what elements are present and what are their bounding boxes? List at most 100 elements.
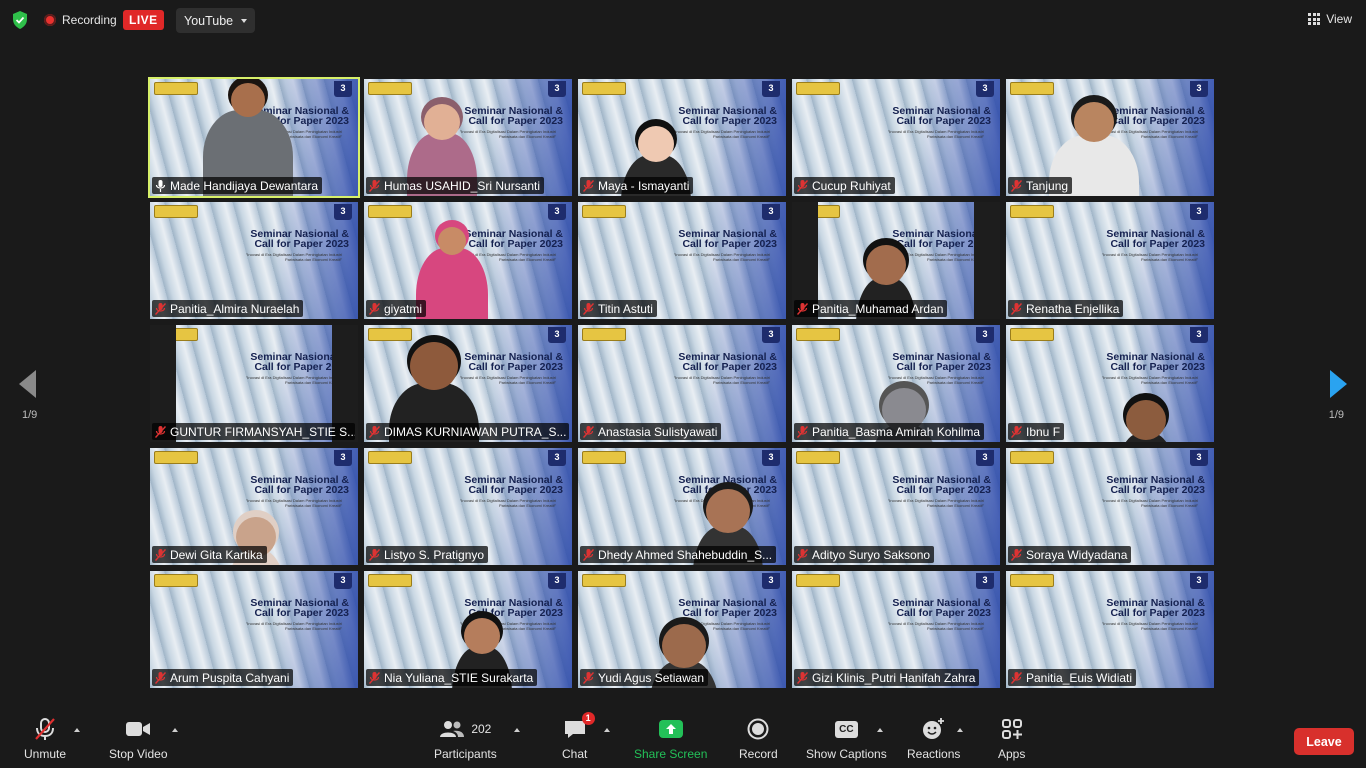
captions-options-chevron-icon[interactable] bbox=[877, 728, 883, 732]
participant-tile[interactable]: 3Seminar Nasional &Call for Paper 2023"I… bbox=[150, 571, 358, 688]
microphone-muted-icon bbox=[369, 548, 380, 561]
participant-tile[interactable]: 3Seminar Nasional &Call for Paper 2023"I… bbox=[792, 448, 1000, 565]
participant-tile[interactable]: 3Seminar Nasional &Call for Paper 2023"I… bbox=[792, 202, 1000, 319]
participant-tile[interactable]: 3Seminar Nasional &Call for Paper 2023"I… bbox=[578, 202, 786, 319]
show-captions-button[interactable]: CC Show Captions bbox=[806, 714, 887, 761]
reactions-button[interactable]: Reactions bbox=[907, 714, 960, 761]
participant-name: Nia Yuliana_STIE Surakarta bbox=[384, 670, 534, 685]
event-badge: 3 bbox=[548, 204, 566, 220]
participant-name-tag: giyatmi bbox=[366, 300, 427, 317]
participant-name-tag: Dewi Gita Kartika bbox=[152, 546, 267, 563]
banner-title-line2: Call for Paper 2023 bbox=[1110, 361, 1205, 373]
recording-dot-icon bbox=[44, 14, 56, 26]
participant-name-tag: Nia Yuliana_STIE Surakarta bbox=[366, 669, 538, 686]
video-gallery: 3 Seminar Nasional & Call for Paper 2023 "I… bbox=[148, 77, 1216, 689]
participant-name: DIMAS KURNIAWAN PUTRA_S... bbox=[384, 424, 567, 439]
apps-label: Apps bbox=[998, 747, 1026, 761]
participant-tile[interactable]: 3Seminar Nasional &Call for Paper 2023"I… bbox=[1006, 325, 1214, 442]
participant-count: 202 bbox=[471, 722, 492, 736]
apps-button[interactable]: Apps bbox=[998, 714, 1025, 761]
chevron-down-icon bbox=[241, 18, 248, 23]
security-shield-icon[interactable] bbox=[12, 11, 28, 29]
leave-button[interactable]: Leave bbox=[1294, 728, 1354, 755]
chat-options-chevron-icon[interactable] bbox=[604, 728, 610, 732]
participant-tile[interactable]: 3Seminar Nasional &Call for Paper 2023"I… bbox=[792, 325, 1000, 442]
record-button[interactable]: Record bbox=[739, 714, 778, 761]
banner-title-line2: Call for Paper 2023 bbox=[682, 115, 777, 127]
participants-button[interactable]: 202 Participants bbox=[434, 714, 497, 761]
participant-name-tag: DIMAS KURNIAWAN PUTRA_S... bbox=[366, 423, 569, 440]
participant-tile[interactable]: 3Seminar Nasional &Call for Paper 2023"I… bbox=[1006, 79, 1214, 196]
sponsor-logos-icon bbox=[154, 205, 198, 218]
event-badge: 3 bbox=[334, 204, 352, 220]
microphone-muted-icon bbox=[1011, 179, 1022, 192]
participant-name: Adityo Suryo Saksono bbox=[812, 547, 931, 562]
participants-options-chevron-icon[interactable] bbox=[514, 728, 520, 732]
reactions-options-chevron-icon[interactable] bbox=[957, 728, 963, 732]
participant-tile[interactable]: 3Seminar Nasional &Call for Paper 2023"I… bbox=[578, 79, 786, 196]
participant-name: Panitia_Muhamad Ardan bbox=[812, 301, 944, 316]
reactions-label: Reactions bbox=[907, 747, 961, 761]
participant-tile[interactable]: 3Seminar Nasional &Call for Paper 2023"I… bbox=[1006, 202, 1214, 319]
participant-tile[interactable]: 3Seminar Nasional &Call for Paper 2023"I… bbox=[364, 571, 572, 688]
participant-tile[interactable]: 3Seminar Nasional &Call for Paper 2023"I… bbox=[150, 448, 358, 565]
share-screen-button[interactable]: Share Screen bbox=[634, 714, 707, 761]
sponsor-logos-icon bbox=[582, 82, 626, 95]
recording-indicator[interactable]: Recording bbox=[44, 13, 117, 27]
event-badge: 3 bbox=[1190, 81, 1208, 97]
banner-title-line2: Call for Paper 2023 bbox=[682, 607, 777, 619]
banner-subtitle: "Inovasi di Era Digitalisasi Dalam Penin… bbox=[245, 375, 342, 385]
banner-subtitle: "Inovasi di Era Digitalisasi Dalam Penin… bbox=[673, 252, 770, 262]
next-page-arrow-icon[interactable] bbox=[1330, 370, 1347, 398]
audio-options-chevron-icon[interactable] bbox=[74, 728, 80, 732]
stream-target-dropdown[interactable]: YouTube bbox=[176, 8, 256, 33]
sponsor-logos-icon bbox=[1010, 82, 1054, 95]
unmute-button[interactable]: Unmute bbox=[24, 714, 66, 761]
participant-name: Anastasia Sulistyawati bbox=[598, 424, 718, 439]
event-badge: 3 bbox=[762, 204, 780, 220]
participant-tile[interactable]: 3Seminar Nasional &Call for Paper 2023"I… bbox=[792, 571, 1000, 688]
participant-tile[interactable]: 3Seminar Nasional &Call for Paper 2023"I… bbox=[1006, 571, 1214, 688]
recording-label: Recording bbox=[62, 13, 117, 27]
sponsor-logos-icon bbox=[1010, 205, 1054, 218]
microphone-muted-icon bbox=[369, 302, 380, 315]
participant-tile[interactable]: 3Seminar Nasional &Call for Paper 2023"I… bbox=[148, 77, 360, 198]
participant-tile[interactable]: 3Seminar Nasional &Call for Paper 2023"I… bbox=[364, 448, 572, 565]
share-screen-label: Share Screen bbox=[634, 747, 708, 761]
participant-tile[interactable]: 3Seminar Nasional &Call for Paper 2023"I… bbox=[150, 202, 358, 319]
sponsor-logos-icon bbox=[582, 451, 626, 464]
participant-tile[interactable]: 3Seminar Nasional &Call for Paper 2023"I… bbox=[578, 448, 786, 565]
banner-title-line2: Call for Paper 2023 bbox=[896, 607, 991, 619]
microphone-muted-icon bbox=[32, 714, 58, 744]
participant-name: Soraya Widyadana bbox=[1026, 547, 1128, 562]
banner-title-line2: Call for Paper 2023 bbox=[896, 115, 991, 127]
participant-tile[interactable]: 3Seminar Nasional &Call for Paper 2023"I… bbox=[792, 79, 1000, 196]
participant-tile[interactable]: 3Seminar Nasional &Call for Paper 2023"I… bbox=[364, 202, 572, 319]
event-badge: 3 bbox=[976, 81, 994, 97]
previous-page-arrow-icon[interactable] bbox=[19, 370, 36, 398]
participants-icon bbox=[440, 721, 465, 737]
stop-video-button[interactable]: Stop Video bbox=[109, 714, 168, 761]
participant-tile[interactable]: 3Seminar Nasional &Call for Paper 2023"I… bbox=[578, 325, 786, 442]
view-button[interactable]: View bbox=[1308, 12, 1352, 26]
banner-title-line2: Call for Paper 2023 bbox=[254, 238, 349, 250]
participant-name-tag: Gizi Klinis_Putri Hanifah Zahra bbox=[794, 669, 980, 686]
banner-title: Seminar Nasional &Call for Paper 2023 bbox=[464, 475, 563, 496]
participant-name: Humas USAHID_Sri Nursanti bbox=[384, 178, 541, 193]
event-badge: 3 bbox=[548, 327, 566, 343]
participant-tile[interactable]: 3Seminar Nasional &Call for Paper 2023"I… bbox=[364, 325, 572, 442]
video-options-chevron-icon[interactable] bbox=[172, 728, 178, 732]
participant-tile[interactable]: 3Seminar Nasional &Call for Paper 2023"I… bbox=[364, 79, 572, 196]
participant-tile[interactable]: 3Seminar Nasional &Call for Paper 2023"I… bbox=[578, 571, 786, 688]
sponsor-logos-icon bbox=[796, 574, 840, 587]
event-badge: 3 bbox=[1190, 450, 1208, 466]
chat-button[interactable]: 1 Chat bbox=[562, 712, 595, 761]
stop-video-label: Stop Video bbox=[109, 747, 168, 761]
banner-subtitle: "Inovasi di Era Digitalisasi Dalam Penin… bbox=[1101, 375, 1198, 385]
participant-tile[interactable]: 3Seminar Nasional &Call for Paper 2023"I… bbox=[150, 325, 358, 442]
record-label: Record bbox=[739, 747, 778, 761]
participant-tile[interactable]: 3Seminar Nasional &Call for Paper 2023"I… bbox=[1006, 448, 1214, 565]
event-badge: 3 bbox=[334, 450, 352, 466]
banner-title-line2: Call for Paper 2023 bbox=[1110, 484, 1205, 496]
participant-name-tag: Ibnu F bbox=[1008, 423, 1065, 440]
